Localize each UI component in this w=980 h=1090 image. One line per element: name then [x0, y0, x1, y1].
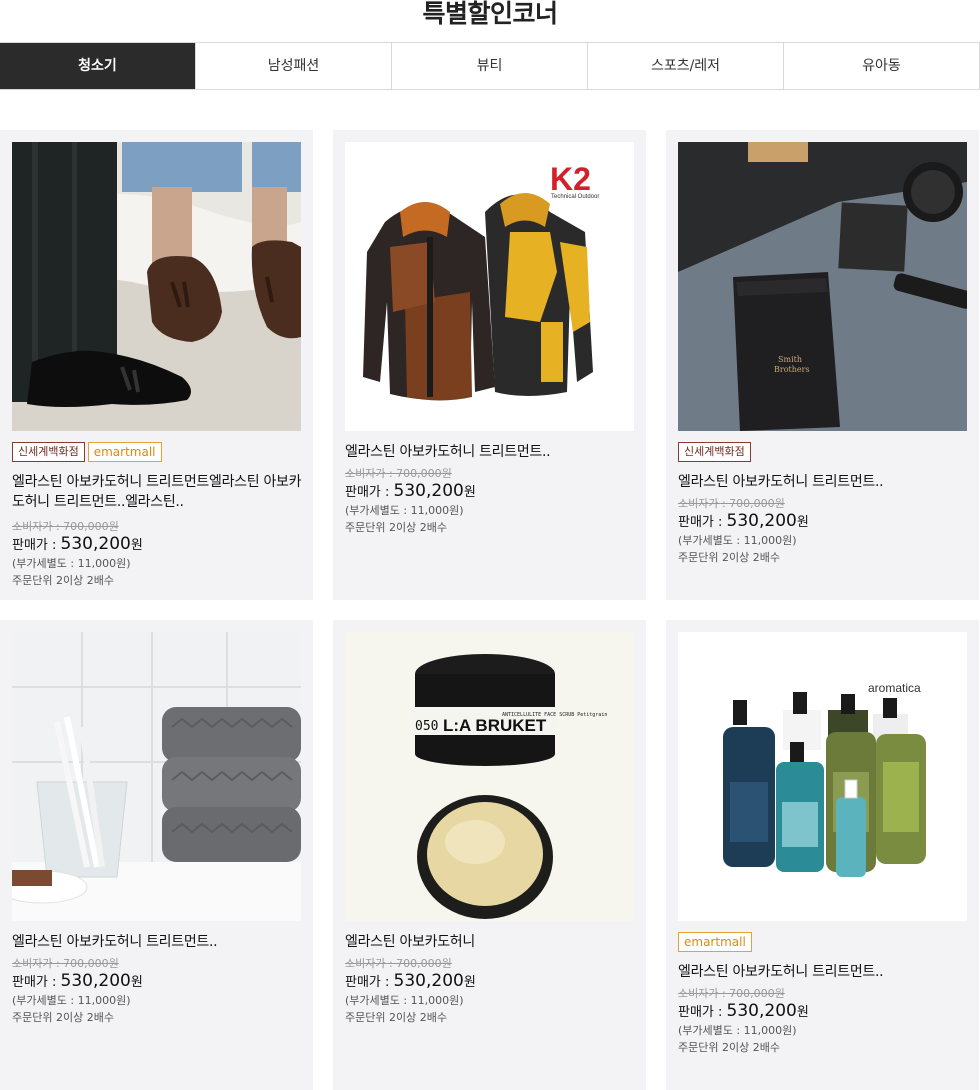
badge-shinsegae: 신세계백화점 [12, 442, 85, 462]
product-image-loafers[interactable] [12, 142, 301, 431]
product-name[interactable]: 엘라스틴 아보카도허니 트리트먼트.. [12, 932, 303, 952]
product-card[interactable]: 신세계백화점 emartmall 엘라스틴 아보카도허니 트리트먼트엘라스틴 아… [0, 130, 313, 600]
badge-emartmall: emartmall [87, 442, 162, 462]
svg-text:aromatica: aromatica [868, 681, 921, 695]
vat-note: (부가세별도 : 11,000원) [12, 994, 131, 1007]
order-unit: 주문단위 2이상 2배수 [345, 521, 447, 534]
tab-beauty[interactable]: 뷰티 [391, 43, 587, 89]
svg-text:L:A BRUKET: L:A BRUKET [443, 716, 547, 735]
vat-note: (부가세별도 : 11,000원) [678, 1024, 797, 1037]
product-image-jackets[interactable]: K2 Technical Outdoor [345, 142, 634, 431]
product-card[interactable]: aromatica emartmall 엘라스틴 아보카도허니 트리트먼트.. … [666, 620, 979, 1090]
product-card[interactable]: 050 L:A BRUKET ANTICELLULITE FACE SCRUB … [333, 620, 646, 1090]
page-title: 특별할인코너 [422, 0, 558, 28]
product-card[interactable]: K2 Technical Outdoor 엘라스틴 아보카도허니 트리트먼트..… [333, 130, 646, 600]
product-name[interactable]: 엘라스틴 아보카도허니 트리트먼트엘라스틴 아보카도허니 트리트먼트..엘라스틴… [12, 472, 303, 512]
product-image-scrub[interactable]: 050 L:A BRUKET ANTICELLULITE FACE SCRUB … [345, 632, 634, 921]
product-image-bottles[interactable]: aromatica [678, 632, 967, 921]
sale-price: 판매가 : 530,200원 [678, 1001, 809, 1021]
sale-price: 판매가 : 530,200원 [678, 511, 809, 531]
sale-price: 판매가 : 530,200원 [12, 971, 143, 991]
consumer-price: 소비자가 : 700,000원 [678, 987, 785, 1000]
consumer-price: 소비자가 : 700,000원 [345, 957, 452, 970]
vat-note: (부가세별도 : 11,000원) [345, 504, 464, 517]
badge-emartmall: emartmall [678, 932, 752, 952]
badge-group: 신세계백화점 [678, 442, 969, 462]
vat-note: (부가세별도 : 11,000원) [678, 534, 797, 547]
badge-group: 신세계백화점 emartmall [12, 442, 303, 462]
svg-text:Smith: Smith [778, 355, 802, 364]
svg-text:Technical Outdoor: Technical Outdoor [551, 194, 599, 200]
consumer-price: 소비자가 : 700,000원 [345, 467, 452, 480]
tab-kids[interactable]: 유아동 [783, 43, 980, 89]
svg-text:ANTICELLULITE FACE SCRUB Petit: ANTICELLULITE FACE SCRUB Petitgrain [502, 712, 607, 718]
product-image-cosmetics[interactable]: Smith Brothers [678, 142, 967, 431]
sale-price: 판매가 : 530,200원 [12, 534, 143, 554]
vat-note: (부가세별도 : 11,000원) [345, 994, 464, 1007]
consumer-price: 소비자가 : 700,000원 [12, 957, 119, 970]
sale-price: 판매가 : 530,200원 [345, 971, 476, 991]
order-unit: 주문단위 2이상 2배수 [12, 574, 114, 587]
badge-shinsegae: 신세계백화점 [678, 442, 751, 462]
vat-note: (부가세별도 : 11,000원) [12, 557, 131, 570]
svg-text:Brothers: Brothers [774, 365, 810, 374]
order-unit: 주문단위 2이상 2배수 [678, 1041, 780, 1054]
consumer-price: 소비자가 : 700,000원 [678, 497, 785, 510]
badge-group: emartmall [678, 932, 969, 952]
product-card[interactable]: Smith Brothers 신세계백화점 엘라스틴 아보카도허니 트리트먼트.… [666, 130, 979, 600]
product-image-towels[interactable] [12, 632, 301, 921]
product-name[interactable]: 엘라스틴 아보카도허니 트리트먼트.. [678, 472, 969, 492]
svg-text:050: 050 [415, 719, 438, 734]
tab-vacuum[interactable]: 청소기 [0, 43, 195, 89]
consumer-price: 소비자가 : 700,000원 [12, 520, 119, 533]
order-unit: 주문단위 2이상 2배수 [678, 551, 780, 564]
sale-price: 판매가 : 530,200원 [345, 481, 476, 501]
product-card[interactable]: 엘라스틴 아보카도허니 트리트먼트.. 소비자가 : 700,000원 판매가 … [0, 620, 313, 1090]
order-unit: 주문단위 2이상 2배수 [12, 1011, 114, 1024]
order-unit: 주문단위 2이상 2배수 [345, 1011, 447, 1024]
tab-mens-fashion[interactable]: 남성패션 [195, 43, 391, 89]
category-tabs: 청소기 남성패션 뷰티 스포츠/레저 유아동 [0, 42, 980, 90]
svg-text:K2: K2 [550, 161, 591, 197]
product-name[interactable]: 엘라스틴 아보카도허니 트리트먼트.. [345, 442, 636, 462]
product-name[interactable]: 엘라스틴 아보카도허니 [345, 932, 636, 952]
product-name[interactable]: 엘라스틴 아보카도허니 트리트먼트.. [678, 962, 969, 982]
tab-sports-leisure[interactable]: 스포츠/레저 [587, 43, 783, 89]
